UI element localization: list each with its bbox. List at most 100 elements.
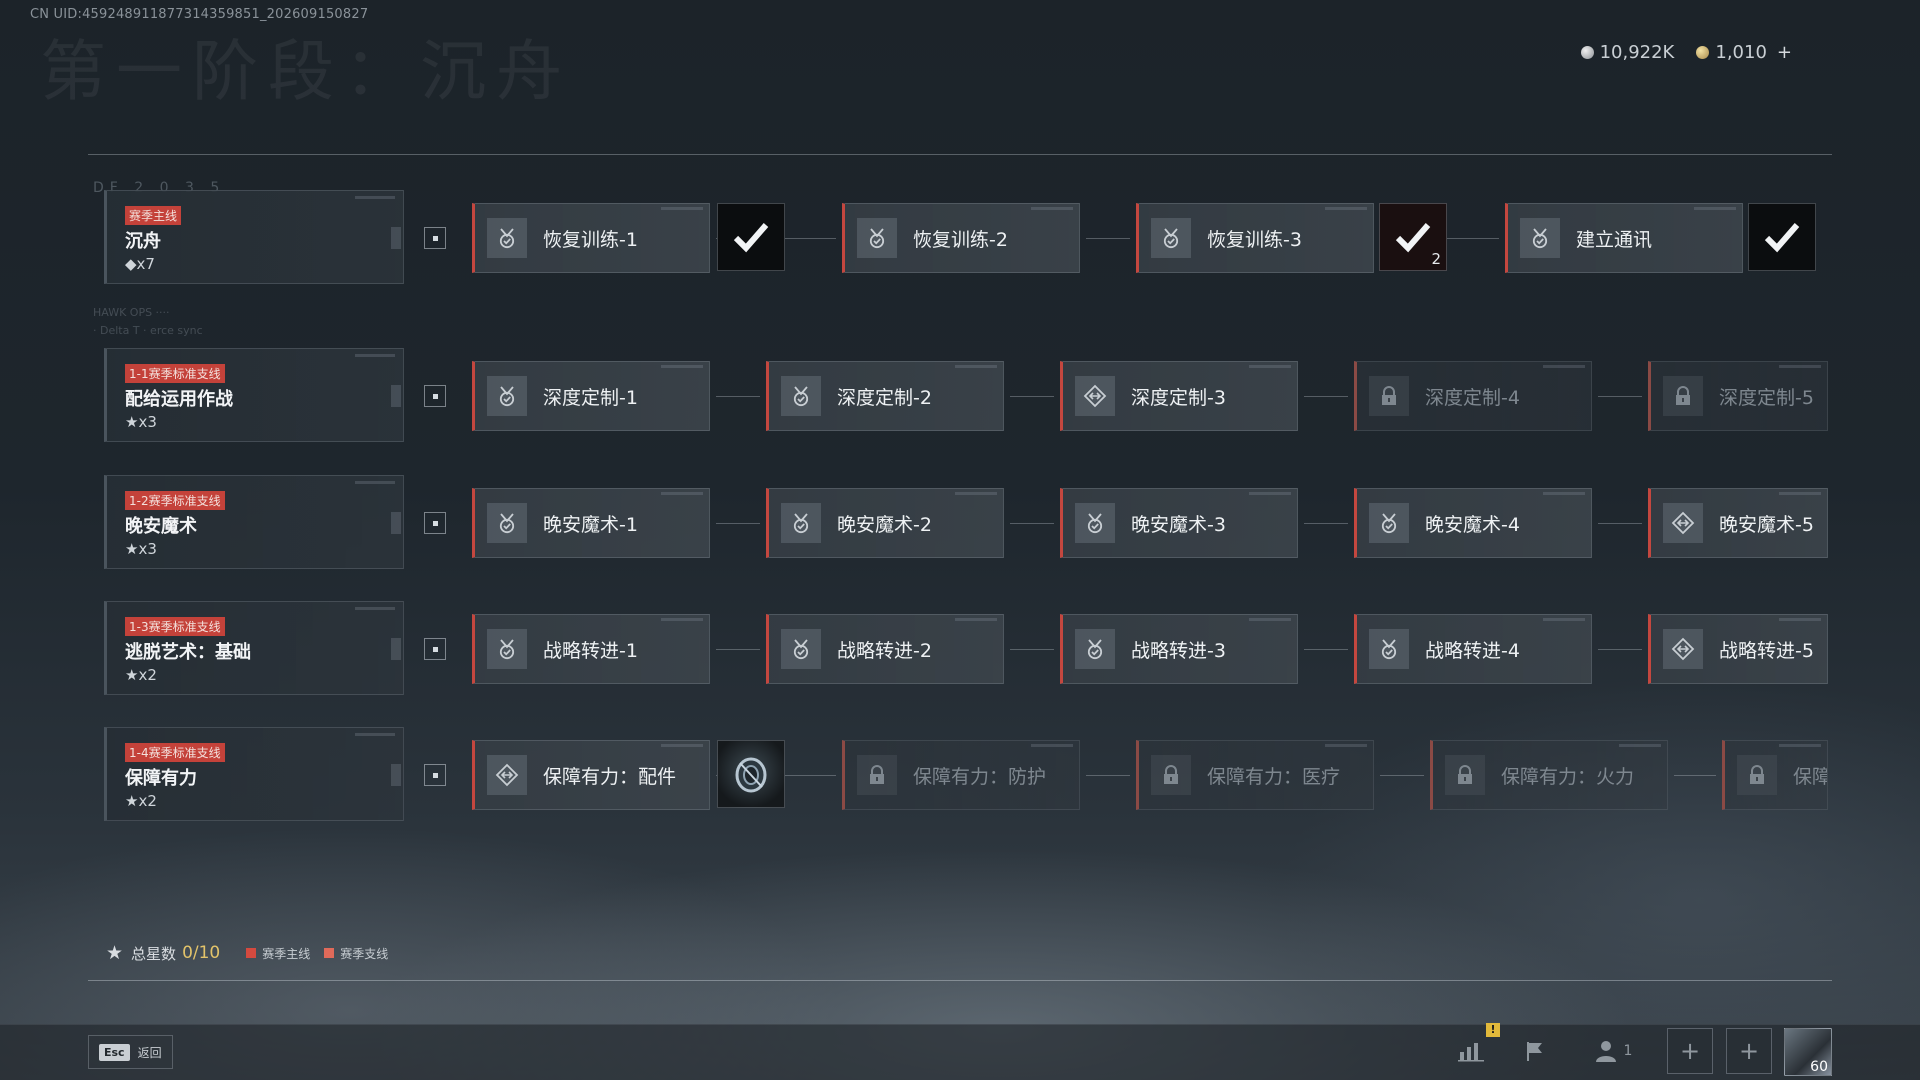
reward-claimed-check-icon[interactable]: 2 bbox=[1379, 203, 1447, 271]
reward-claimed-check-icon[interactable] bbox=[717, 203, 785, 271]
mission-row: 赛季主线 沉舟 ◆x7 恢复训练-1 恢复训练-2 恢复训练-3 建立通讯 2 bbox=[0, 190, 1920, 286]
mission-node[interactable]: 保障有力：防护 bbox=[842, 740, 1080, 810]
mission-row: 1-4赛季标准支线 保障有力 ★x2 保障有力：配件 保障有力：防护 保障有力：医疗 保障有… bbox=[0, 727, 1920, 823]
expand-row-icon[interactable] bbox=[424, 638, 446, 660]
mission-node[interactable]: 晚安魔术-1 bbox=[472, 488, 710, 558]
expand-row-icon[interactable] bbox=[424, 512, 446, 534]
node-connector bbox=[1598, 396, 1642, 397]
node-deco bbox=[1543, 365, 1585, 368]
node-deco bbox=[1031, 744, 1073, 747]
ghost-stage-title: 第一阶段：沉舟 bbox=[40, 33, 572, 110]
mission-node[interactable]: 晚安魔术-5 bbox=[1648, 488, 1828, 558]
mission-node-label: 战略转进-2 bbox=[837, 639, 932, 662]
expand-row-icon[interactable] bbox=[424, 764, 446, 786]
mission-node-label: 保障有力：配件 bbox=[543, 765, 677, 788]
silver-currency: 10,922K bbox=[1580, 42, 1674, 63]
node-deco bbox=[661, 618, 703, 621]
player-avatar[interactable]: 60 bbox=[1784, 1028, 1832, 1076]
mission-node-label: 深度定制-2 bbox=[837, 386, 932, 409]
mission-node[interactable]: 晚安魔术-2 bbox=[766, 488, 1004, 558]
mission-node-label: 恢复训练-3 bbox=[1207, 228, 1302, 251]
card-deco bbox=[355, 196, 395, 199]
mission-node[interactable]: 深度定制-1 bbox=[472, 361, 710, 431]
gold-amount: 1,010 bbox=[1715, 42, 1767, 63]
medal-check-icon bbox=[1151, 218, 1191, 258]
line-type-tag: 1-3赛季标准支线 bbox=[125, 617, 225, 636]
squad-button[interactable]: 1 bbox=[1590, 1036, 1636, 1066]
mission-line-card[interactable]: 1-4赛季标准支线 保障有力 ★x2 bbox=[104, 727, 404, 821]
mission-row: 1-3赛季标准支线 逃脱艺术：基础 ★x2 战略转进-1 战略转进-2 战略转进-3 战略转… bbox=[0, 601, 1920, 697]
node-connector bbox=[1304, 396, 1348, 397]
lock-icon bbox=[1445, 755, 1485, 795]
node-deco bbox=[1779, 744, 1821, 747]
mission-node[interactable]: 建立通讯 bbox=[1505, 203, 1743, 273]
node-deco bbox=[1249, 492, 1291, 495]
medal-check-icon bbox=[487, 629, 527, 669]
mission-node[interactable]: 晚安魔术-3 bbox=[1060, 488, 1298, 558]
mission-node[interactable]: 战略转进-5 bbox=[1648, 614, 1828, 684]
medal-check-icon bbox=[487, 376, 527, 416]
bottom-frame-line bbox=[88, 980, 1832, 981]
mission-node[interactable]: 保障有力：火力 bbox=[1430, 740, 1668, 810]
node-deco bbox=[1779, 365, 1821, 368]
medal-check-icon bbox=[781, 503, 821, 543]
mission-node-label: 保障有力：医疗 bbox=[1207, 765, 1341, 788]
node-connector bbox=[1086, 238, 1130, 239]
mission-line-card[interactable]: 1-3赛季标准支线 逃脱艺术：基础 ★x2 bbox=[104, 601, 404, 695]
mission-node[interactable]: 深度定制-5 bbox=[1648, 361, 1828, 431]
mission-node-label: 晚安魔术-2 bbox=[837, 513, 932, 536]
mission-node[interactable]: 保障有力：医疗 bbox=[1136, 740, 1374, 810]
legend-side: 赛季支线 bbox=[324, 945, 388, 962]
mission-node[interactable]: 恢复训练-3 bbox=[1136, 203, 1374, 273]
lock-icon bbox=[1737, 755, 1777, 795]
mission-node-label: 战略转进-4 bbox=[1425, 639, 1520, 662]
mission-line-card[interactable]: 1-2赛季标准支线 晚安魔术 ★x3 bbox=[104, 475, 404, 569]
empty-slot-1[interactable]: + bbox=[1667, 1028, 1713, 1074]
mission-node[interactable]: 恢复训练-2 bbox=[842, 203, 1080, 273]
medal-check-icon bbox=[1369, 629, 1409, 669]
mission-node[interactable]: 深度定制-4 bbox=[1354, 361, 1592, 431]
mission-line-card[interactable]: 赛季主线 沉舟 ◆x7 bbox=[104, 190, 404, 284]
lock-icon bbox=[1151, 755, 1191, 795]
stats-icon[interactable] bbox=[1456, 1036, 1486, 1066]
mission-node-label: 建立通讯 bbox=[1576, 228, 1653, 251]
card-edge bbox=[391, 764, 401, 786]
expand-row-icon[interactable] bbox=[424, 385, 446, 407]
node-deco bbox=[661, 744, 703, 747]
medal-check-icon bbox=[1075, 503, 1115, 543]
legend-side-swatch bbox=[324, 948, 335, 958]
back-button[interactable]: Esc 返回 bbox=[88, 1035, 173, 1069]
mission-line-card[interactable]: 1-1赛季标准支线 配给运用作战 ★x3 bbox=[104, 348, 404, 442]
legend-side-label: 赛季支线 bbox=[340, 946, 389, 961]
mission-node[interactable]: 晚安魔术-4 bbox=[1354, 488, 1592, 558]
node-connector bbox=[1380, 775, 1424, 776]
gold-currency[interactable]: 1,010 + bbox=[1696, 42, 1792, 63]
mission-node-label: 保障有力：防护 bbox=[913, 765, 1047, 788]
mission-node[interactable]: 战略转进-1 bbox=[472, 614, 710, 684]
node-deco bbox=[1249, 618, 1291, 621]
lock-icon bbox=[1663, 376, 1703, 416]
mission-node[interactable]: 保障有力：配件 bbox=[472, 740, 710, 810]
empty-slot-2[interactable]: + bbox=[1726, 1028, 1772, 1074]
mission-node[interactable]: 深度定制-3 bbox=[1060, 361, 1298, 431]
line-type-tag: 1-1赛季标准支线 bbox=[125, 364, 225, 383]
mission-node[interactable]: 保障 bbox=[1722, 740, 1828, 810]
node-deco bbox=[1543, 618, 1585, 621]
reward-item-icon[interactable] bbox=[717, 740, 785, 808]
mission-node[interactable]: 恢复训练-1 bbox=[472, 203, 710, 273]
diamond-arrows-icon bbox=[1663, 503, 1703, 543]
line-name: 逃脱艺术：基础 bbox=[125, 642, 251, 663]
mission-node[interactable]: 战略转进-4 bbox=[1354, 614, 1592, 684]
mission-node[interactable]: 深度定制-2 bbox=[766, 361, 1004, 431]
node-connector bbox=[1598, 523, 1642, 524]
mission-node[interactable]: 战略转进-2 bbox=[766, 614, 1004, 684]
node-connector bbox=[716, 523, 760, 524]
expand-row-icon[interactable] bbox=[424, 227, 446, 249]
reward-claimed-check-icon[interactable] bbox=[1748, 203, 1816, 271]
mission-node-label: 保障 bbox=[1793, 765, 1828, 788]
mission-node-label: 深度定制-5 bbox=[1719, 386, 1814, 409]
flag-icon[interactable] bbox=[1520, 1036, 1550, 1066]
line-reward: ◆x7 bbox=[125, 255, 155, 273]
mission-node[interactable]: 战略转进-3 bbox=[1060, 614, 1298, 684]
add-gold-button[interactable]: + bbox=[1777, 42, 1792, 63]
